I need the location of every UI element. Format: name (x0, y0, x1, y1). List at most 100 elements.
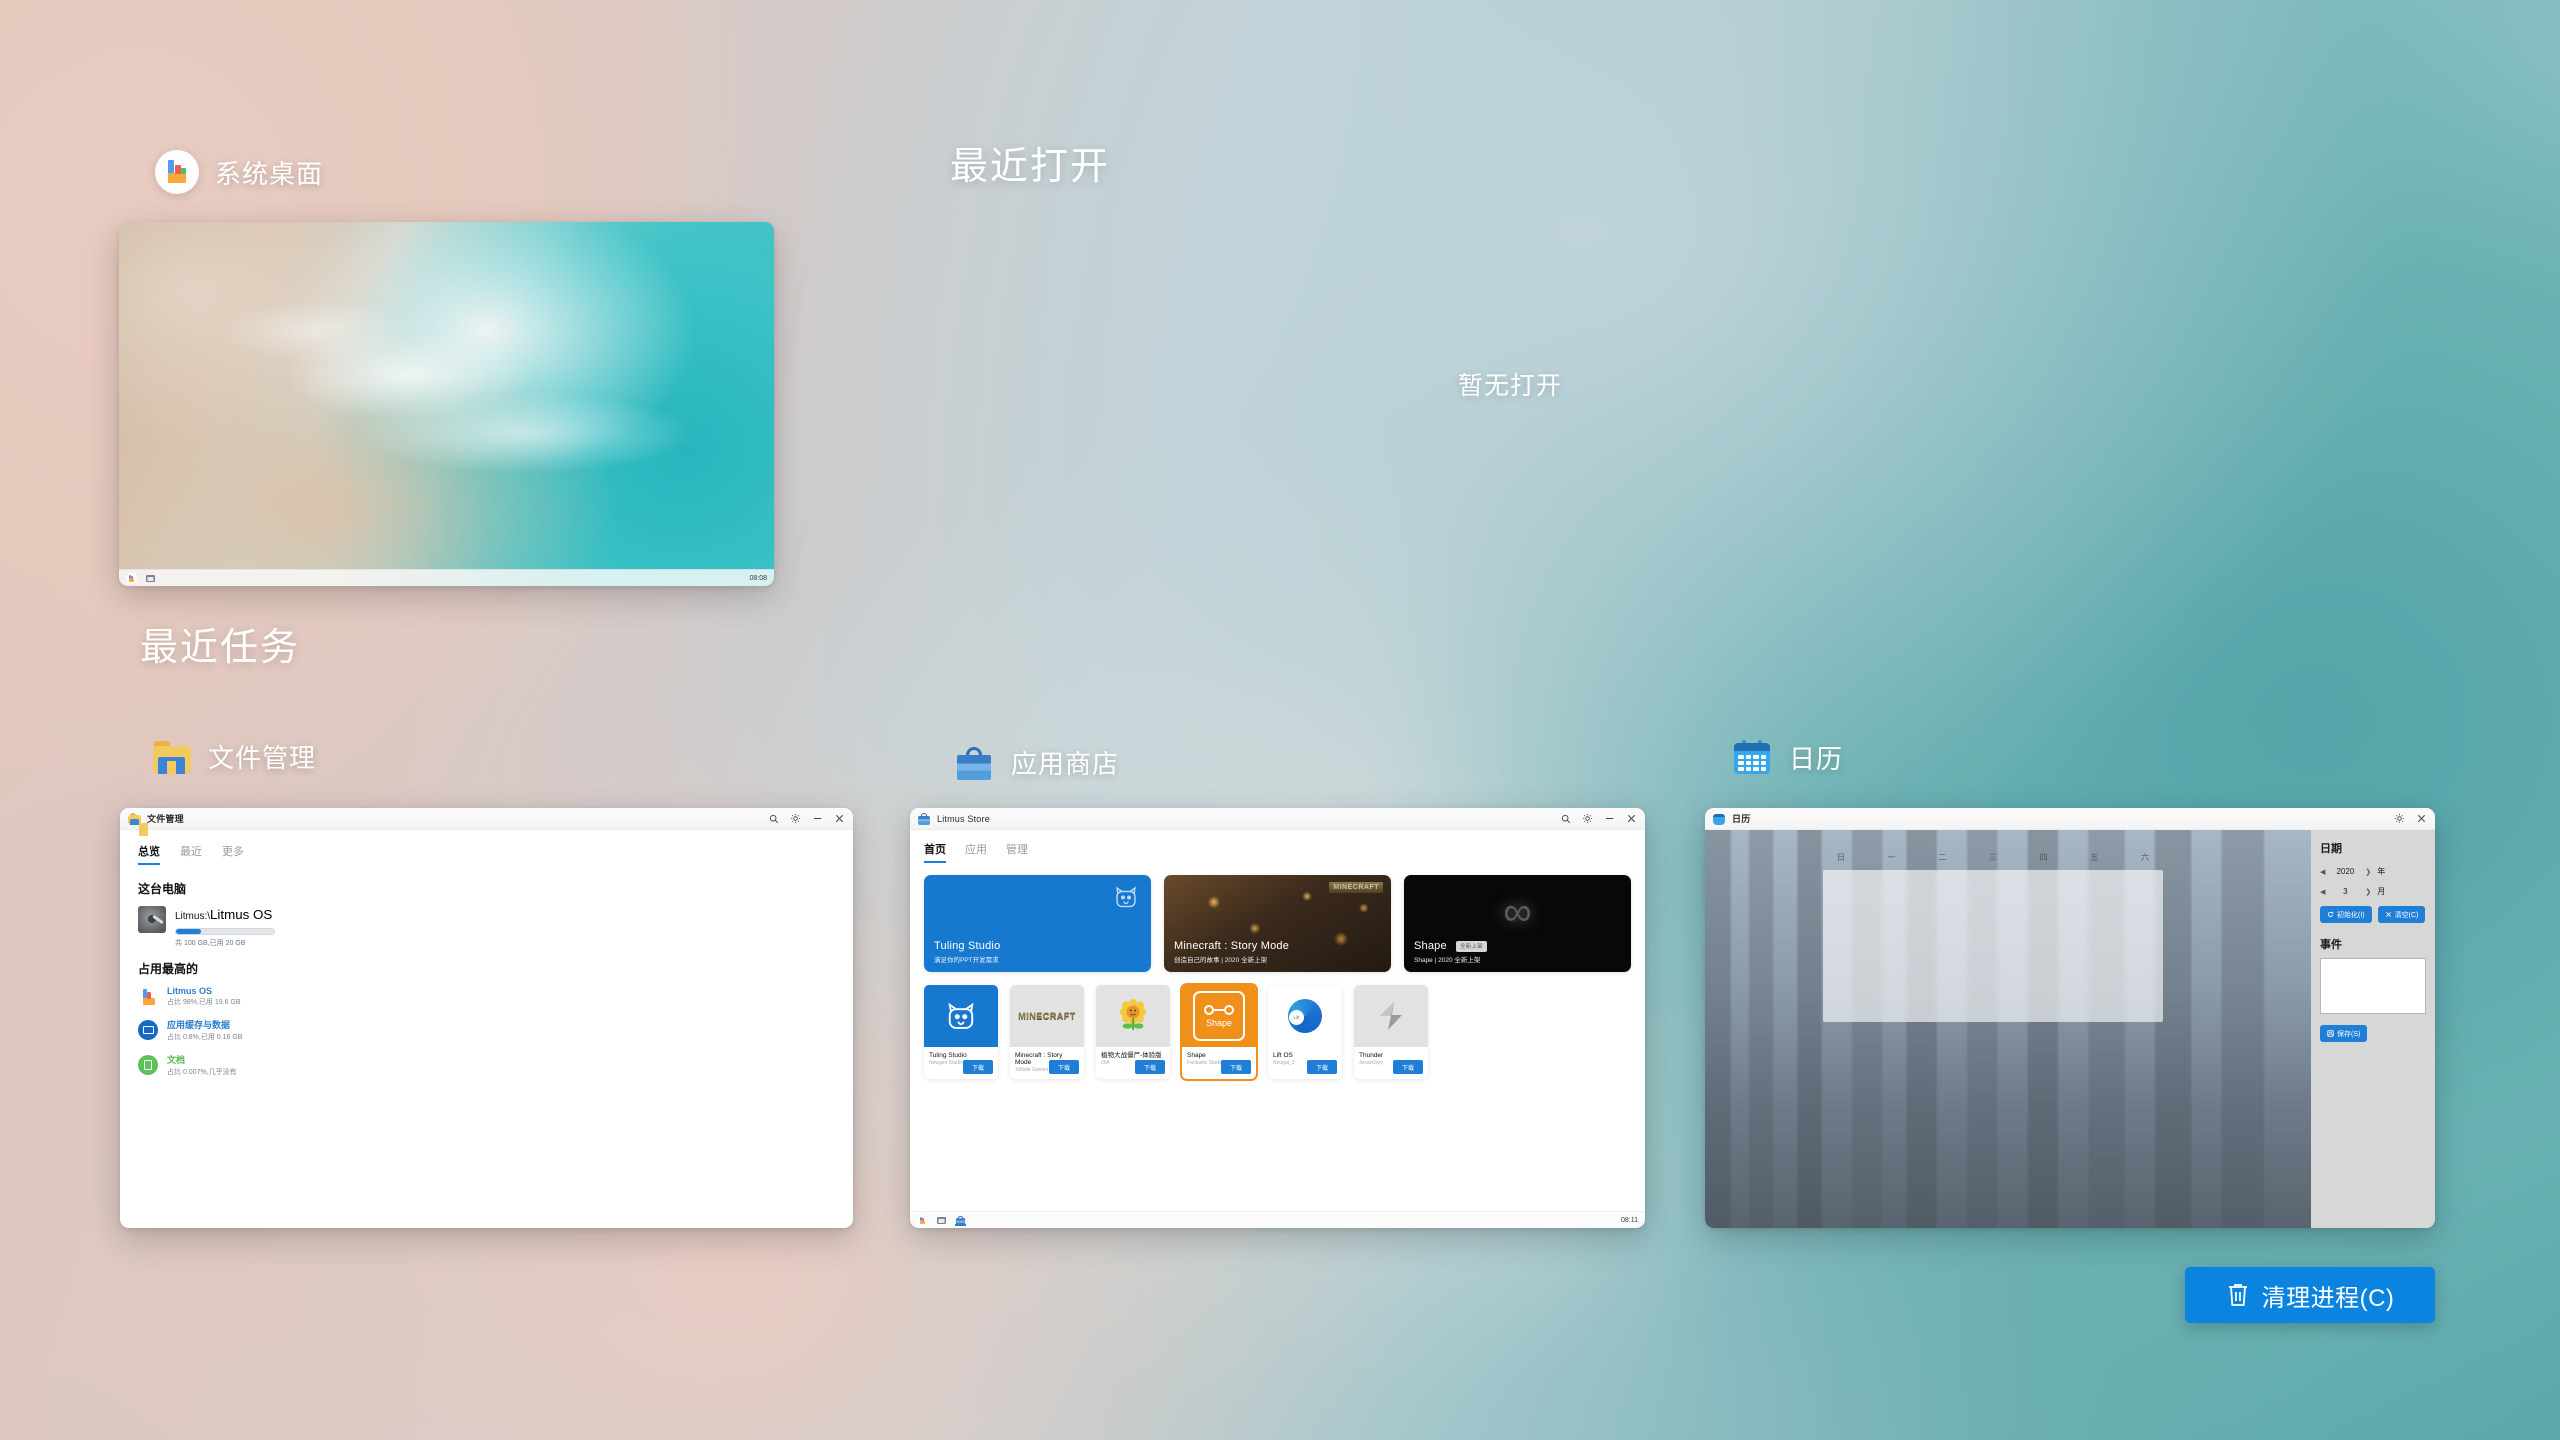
usage-item-name: Litmus OS (167, 986, 213, 996)
year-unit-label: 年 (2377, 867, 2386, 876)
initialize-button[interactable]: 初始化(I) (2320, 906, 2372, 923)
clear-button[interactable]: 清空(C) (2377, 906, 2426, 923)
download-button[interactable]: 下载 (962, 1060, 993, 1075)
download-button[interactable]: 下载 (1306, 1060, 1337, 1075)
close-icon[interactable] (834, 813, 845, 824)
close-icon[interactable] (2416, 813, 2427, 824)
download-button[interactable]: 下载 (1048, 1060, 1079, 1075)
tab-manage[interactable]: 管理 (1006, 841, 1028, 863)
task-label-app-store[interactable]: 应用商店 (955, 743, 1119, 782)
usage-item-name: 文档 (167, 1055, 186, 1065)
save-icon (2327, 1030, 2334, 1037)
clean-processes-button[interactable]: 清理进程(C) (2185, 1267, 2435, 1323)
calendar-view-pane[interactable]: 日 一 二 三 四 五 六 (1705, 830, 2311, 1228)
minimize-icon[interactable] (1604, 813, 1615, 824)
app-card[interactable]: Lift OS Nougat_2 下载 (1268, 985, 1342, 1080)
download-button[interactable]: 下载 (1220, 1060, 1251, 1075)
file-manager-title: 文件管理 (147, 814, 184, 824)
search-icon[interactable] (769, 814, 779, 824)
taskbar-file-manager-icon[interactable] (145, 573, 156, 584)
year-prev-arrow[interactable]: ◀ (2320, 868, 2325, 876)
store-bag-icon (918, 812, 930, 825)
app-thumbnail: Shape (1182, 985, 1256, 1047)
calendar-titlebar[interactable]: 日历 (1705, 808, 2435, 830)
app-store-tabs[interactable]: 首页 应用 管理 (924, 841, 1631, 863)
usage-item[interactable]: 文档 占比 0.007%,几乎没有 (138, 1053, 835, 1077)
cat-icon (1113, 885, 1139, 909)
month-next-arrow[interactable]: ❯ (2365, 888, 2371, 896)
month-prev-arrow[interactable]: ◀ (2320, 888, 2325, 896)
search-icon[interactable] (1561, 814, 1571, 824)
tab-recent[interactable]: 最近 (180, 843, 202, 865)
app-card[interactable]: Thunder JesseGary 下载 (1354, 985, 1428, 1080)
gear-icon[interactable] (2394, 813, 2405, 824)
desktop-entry-label[interactable]: 系统桌面 (155, 150, 323, 194)
app-thumbnail (924, 985, 998, 1047)
day-header: 五 (2090, 853, 2099, 862)
clear-icon (2385, 912, 2391, 917)
taskbar-app-store-icon[interactable] (955, 1215, 966, 1226)
app-store-titlebar[interactable]: Litmus Store (910, 808, 1645, 830)
calendar-day-grid[interactable] (1823, 870, 2163, 1022)
tab-more[interactable]: 更多 (222, 843, 244, 865)
app-store-window[interactable]: Litmus Store 首页 应用 管理 Tuling Studio 满足你的… (910, 808, 1645, 1228)
banner-subtitle: 满足你的PPT开发需求 (934, 957, 999, 964)
app-card[interactable]: MINECRAFT Minecraft : Story Mode Telltal… (1010, 985, 1084, 1080)
banner-minecraft[interactable]: MINECRAFT Minecraft : Story Mode 创造自己的故事… (1164, 875, 1391, 972)
app-card[interactable]: Shape Shape Fantastic Studio Games 下载 (1180, 982, 1258, 1082)
events-textarea[interactable] (2320, 958, 2426, 1014)
minecraft-logo-icon: MINECRAFT (1018, 1011, 1076, 1021)
close-icon[interactable] (1626, 813, 1637, 824)
app-card[interactable]: Tuling Studio Newgen Studio 下载 (924, 985, 998, 1080)
lift-os-logo-icon (1288, 999, 1322, 1033)
app-card[interactable]: 植物大战僵尸-体验版 chA 下载 (1096, 985, 1170, 1080)
file-manager-window[interactable]: 文件管理 总览 最近 更多 这台电脑 Litmus:\Litmus OS 共 1… (120, 808, 853, 1228)
banner-title: Tuling Studio (934, 940, 1001, 952)
tab-home[interactable]: 首页 (924, 841, 946, 863)
download-button[interactable]: 下载 (1134, 1060, 1165, 1075)
file-manager-tabs[interactable]: 总览 最近 更多 (138, 843, 835, 865)
app-name: 植物大战僵尸-体验版 (1101, 1052, 1162, 1059)
file-manager-titlebar[interactable]: 文件管理 (120, 808, 853, 836)
app-thumbnail: MINECRAFT (1010, 985, 1084, 1047)
month-spinner[interactable]: ◀ 3 ❯ 月 (2320, 886, 2426, 897)
gear-icon[interactable] (1582, 813, 1593, 824)
app-thumbnail (1268, 985, 1342, 1047)
minimize-icon[interactable] (812, 813, 823, 824)
desktop-preview-clock: 08:08 (749, 574, 767, 582)
year-spinner[interactable]: ◀ 2020 ❯ 年 (2320, 866, 2426, 877)
download-button[interactable]: 下载 (1392, 1060, 1423, 1075)
drive-os-label: Litmus OS (210, 907, 273, 922)
usage-item-detail: 占比 0.007%,几乎没有 (167, 1069, 237, 1076)
initialize-button-label: 初始化(I) (2337, 911, 2365, 919)
usage-item[interactable]: Litmus OS 占比 98%,已用 19.6 GB (138, 986, 835, 1007)
year-next-arrow[interactable]: ❯ (2365, 868, 2371, 876)
task-label-text: 日历 (1789, 743, 1844, 774)
tab-apps[interactable]: 应用 (965, 841, 987, 863)
banner-title: Shape (1414, 940, 1447, 952)
start-litmus-icon[interactable] (917, 1214, 928, 1226)
start-litmus-icon[interactable] (126, 572, 137, 584)
app-name: Thunder (1359, 1052, 1384, 1059)
calendar-window[interactable]: 日历 日 一 二 三 四 五 六 日期 ◀ 2020 ❯ 年 ◀ 3 ❯ 月 初… (1705, 808, 2435, 1228)
task-label-text: 文件管理 (208, 743, 317, 773)
tab-overview[interactable]: 总览 (138, 843, 160, 865)
usage-item-detail: 占比 0.8%,已用 0.16 GB (167, 1034, 243, 1041)
banner-shape[interactable]: ∞ Shape 全新上架 Shape | 2020 全新上架 (1404, 875, 1631, 972)
task-label-file-manager[interactable]: 文件管理 (152, 738, 316, 775)
recent-tasks-heading: 最近任务 (140, 627, 301, 669)
save-button[interactable]: 保存(S) (2320, 1025, 2368, 1042)
desktop-wallpaper (119, 222, 774, 586)
task-label-calendar[interactable]: 日历 (1733, 738, 1843, 776)
date-section-heading: 日期 (2320, 843, 2342, 855)
app-grid: Tuling Studio Newgen Studio 下载 MINECRAFT… (924, 982, 1631, 1082)
banner-tuling-studio[interactable]: Tuling Studio 满足你的PPT开发需求 (924, 875, 1151, 972)
drive-row[interactable]: Litmus:\Litmus OS 共 100 GB,已用 20 GB (138, 906, 835, 948)
folder-icon (152, 741, 192, 775)
app-name: Tuling Studio (929, 1052, 967, 1059)
desktop-preview-thumbnail[interactable]: 08:08 (119, 222, 774, 586)
taskbar-file-manager-icon[interactable] (936, 1215, 947, 1226)
save-button-label: 保存(S) (2337, 1030, 2361, 1038)
gear-icon[interactable] (790, 813, 801, 824)
usage-item[interactable]: 应用缓存与数据 占比 0.8%,已用 0.16 GB (138, 1018, 835, 1042)
